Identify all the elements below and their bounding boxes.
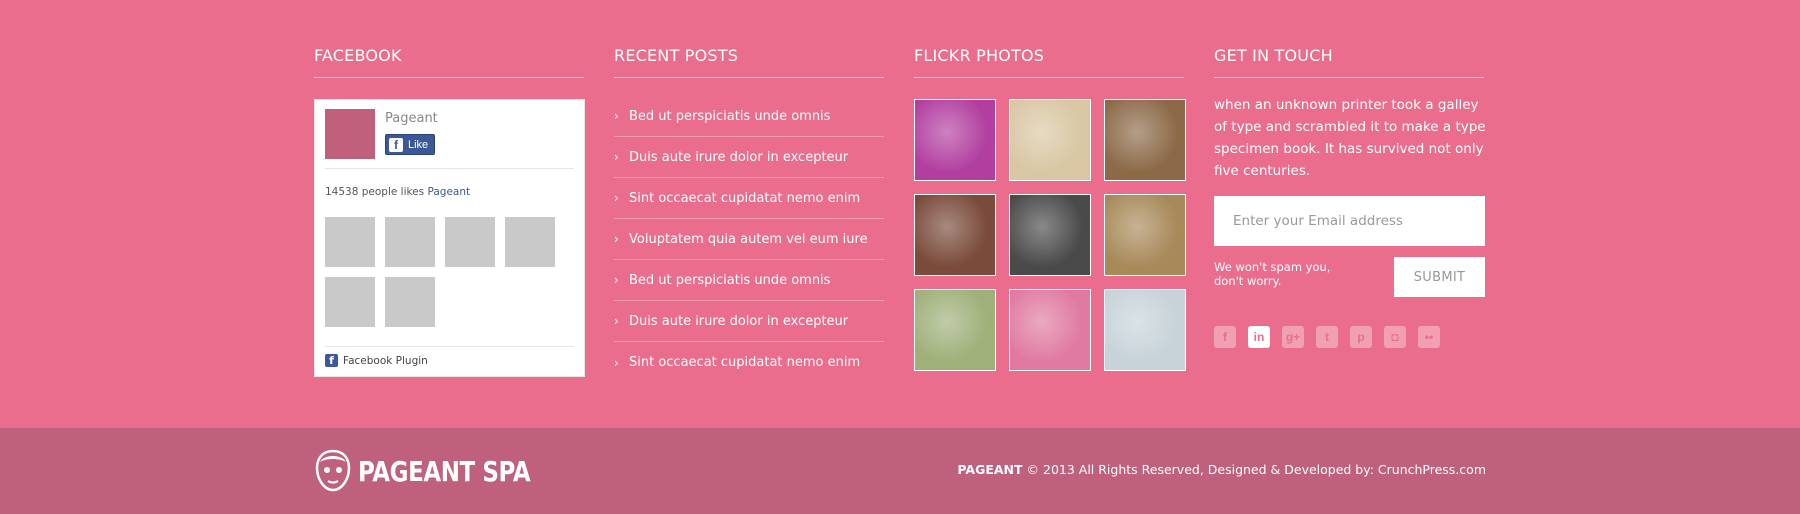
divider <box>325 346 574 347</box>
flickr-title: FLICKR PHOTOS <box>914 46 1184 78</box>
plugin-label: Facebook Plugin <box>343 354 428 367</box>
facebook-plugin-link[interactable]: f Facebook Plugin <box>325 354 428 367</box>
flickr-grid <box>914 99 1186 371</box>
contact-title: GET IN TOUCH <box>1214 46 1484 78</box>
submit-button[interactable]: SUBMIT <box>1394 257 1485 297</box>
copyright-brand: PAGEANT <box>957 462 1023 477</box>
stretching-photo[interactable] <box>1009 194 1091 276</box>
chevron-right-icon: › <box>614 109 619 123</box>
facebook-icon: f <box>389 137 403 152</box>
post-title: Sint occaecat cupidatat nemo enim <box>629 190 861 206</box>
facebook-icon[interactable]: f <box>1214 326 1236 348</box>
meditation-photo[interactable] <box>1104 289 1186 371</box>
flickr-column: FLICKR PHOTOS <box>914 46 1186 371</box>
fan-avatar[interactable] <box>505 217 555 267</box>
chevron-right-icon: › <box>614 273 619 287</box>
linkedin-icon[interactable]: in <box>1248 326 1270 348</box>
copyright: PAGEANT © 2013 All Rights Reserved, Desi… <box>957 462 1486 477</box>
contact-text: when an unknown printer took a galley of… <box>1214 97 1486 179</box>
likes-prefix: 14538 people likes <box>325 186 425 198</box>
post-link[interactable]: › Bed ut perspiciatis unde omnis <box>614 96 884 137</box>
post-title: Bed ut perspiciatis unde omnis <box>629 108 831 124</box>
fan-avatar[interactable] <box>325 217 375 267</box>
fitness-woman-photo[interactable] <box>1009 289 1091 371</box>
fan-avatar[interactable] <box>385 217 435 267</box>
orchid-hands-photo[interactable] <box>914 99 996 181</box>
facebook-like-button[interactable]: f Like <box>385 134 436 155</box>
facebook-column: FACEBOOK Pageant f Like 14538 people lik… <box>314 46 585 377</box>
post-link[interactable]: › Sint occaecat cupidatat nemo enim <box>614 178 884 219</box>
foot-spa-photo[interactable] <box>1009 99 1091 181</box>
facebook-page-name[interactable]: Pageant <box>385 111 438 126</box>
spa-face-logo-icon <box>315 449 351 492</box>
copyright-text: © 2013 All Rights Reserved, Designed & D… <box>1022 462 1486 477</box>
post-link[interactable]: › Duis aute irure dolor in excepteur <box>614 137 884 178</box>
flickr-icon[interactable]: •• <box>1418 326 1440 348</box>
facebook-page-link[interactable]: Pageant <box>427 186 470 198</box>
pinterest-icon[interactable]: p <box>1350 326 1372 348</box>
post-title: Bed ut perspiciatis unde omnis <box>629 272 831 288</box>
fan-avatar[interactable] <box>445 217 495 267</box>
spa-pool-photo[interactable] <box>1104 194 1186 276</box>
fan-avatar[interactable] <box>325 277 375 327</box>
like-label: Like <box>408 138 429 151</box>
post-title: Duis aute irure dolor in excepteur <box>629 149 849 165</box>
facebook-likes-count: 14538 people likes Pageant <box>325 186 470 198</box>
brand-name: PAGEANT SPA <box>358 454 531 488</box>
brand-logo[interactable]: PAGEANT SPA <box>314 448 568 494</box>
facebook-icon: f <box>325 354 338 367</box>
facebook-page-avatar[interactable] <box>325 109 375 159</box>
twitter-icon[interactable]: t <box>1316 326 1338 348</box>
contact-column: GET IN TOUCH when an unknown printer too… <box>1214 46 1486 348</box>
facebook-widget: Pageant f Like 14538 people likes Pagean… <box>314 99 585 377</box>
spam-note: We won't spam you, don't worry. <box>1214 260 1331 288</box>
post-link[interactable]: › Voluptatem quia autem vel eum iure <box>614 219 884 260</box>
chevron-right-icon: › <box>614 314 619 328</box>
instagram-icon[interactable]: ◘ <box>1384 326 1406 348</box>
chevron-right-icon: › <box>614 191 619 205</box>
post-title: Voluptatem quia autem vel eum iure <box>629 231 868 247</box>
chevron-right-icon: › <box>614 150 619 164</box>
post-link[interactable]: › Duis aute irure dolor in excepteur <box>614 301 884 342</box>
post-title: Duis aute irure dolor in excepteur <box>629 313 849 329</box>
facebook-title: FACEBOOK <box>314 46 584 78</box>
chevron-right-icon: › <box>614 355 619 370</box>
google-plus-icon[interactable]: g+ <box>1282 326 1304 348</box>
email-input[interactable] <box>1214 196 1485 246</box>
chevron-right-icon: › <box>614 232 619 246</box>
post-link[interactable]: › Sint occaecat cupidatat nemo enim <box>614 342 884 383</box>
recent-posts-list: › Bed ut perspiciatis unde omnis › Duis au… <box>614 96 884 383</box>
social-links: f in g+ t p ◘ •• <box>1214 326 1452 348</box>
post-title: Sint occaecat cupidatat nemo enim <box>629 355 861 370</box>
yoga-woman-photo[interactable] <box>914 289 996 371</box>
spa-bowl-photo[interactable] <box>1104 99 1186 181</box>
divider <box>325 168 574 169</box>
footer-main: FACEBOOK Pageant f Like 14538 people lik… <box>0 0 1800 428</box>
recent-posts-column: RECENT POSTS › Bed ut perspiciatis unde o… <box>614 46 884 370</box>
recent-posts-title: RECENT POSTS <box>614 46 884 78</box>
fan-avatar[interactable] <box>385 277 435 327</box>
post-link[interactable]: › Bed ut perspiciatis unde omnis <box>614 260 884 301</box>
footer-bottom-bar: PAGEANT SPA PAGEANT © 2013 All Rights Re… <box>0 428 1800 514</box>
facial-mask-photo[interactable] <box>914 194 996 276</box>
